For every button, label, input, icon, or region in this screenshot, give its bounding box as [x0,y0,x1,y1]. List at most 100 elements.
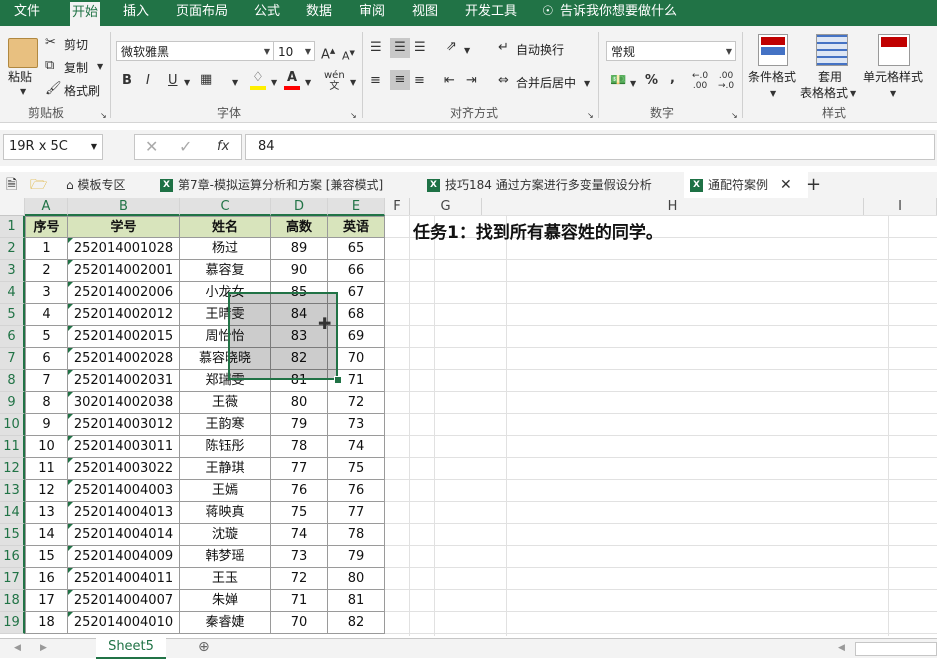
cell-styles-button[interactable]: 单元格样式 [863,68,923,85]
merge-center-button[interactable]: 合并后居中 [516,74,576,91]
chevron-down-icon[interactable]: ▼ [305,75,311,91]
chevron-down-icon[interactable]: ▼ [464,43,470,59]
bold-button[interactable]: B [122,73,132,89]
column-header-d[interactable]: D [271,198,328,216]
hscroll-left-icon[interactable]: ◀ [838,640,845,656]
fill-handle[interactable] [334,376,342,384]
table-cell[interactable]: 79 [328,546,385,568]
row-header-7[interactable]: 7 [0,348,25,370]
row-header-16[interactable]: 16 [0,546,25,568]
table-cell[interactable]: 12 [25,480,68,502]
table-cell[interactable]: 7 [25,370,68,392]
table-cell[interactable]: 5 [25,326,68,348]
format-painter-button[interactable]: 格式刷 [64,82,100,99]
row-header-19[interactable]: 19 [0,612,25,634]
scroll-right-icon[interactable]: ▶ [40,640,47,656]
table-cell[interactable]: 71 [271,590,328,612]
table-cell[interactable]: 78 [271,436,328,458]
table-cell[interactable]: 252014002031 [68,370,180,392]
tab-template-zone[interactable]: ⌂ 模板专区 [66,172,125,198]
table-cell[interactable]: 252014002012 [68,304,180,326]
comma-button[interactable]: , [670,71,675,87]
font-name-select[interactable]: 微软雅黑 ▼ [116,41,274,61]
table-cell[interactable]: 王玉 [180,568,271,590]
decrease-decimal-icon[interactable]: .00 →.0 [718,71,734,91]
chevron-down-icon[interactable]: ▼ [20,84,26,100]
table-cell[interactable]: 蒋映真 [180,502,271,524]
table-cell[interactable]: 252014001028 [68,238,180,260]
border-icon[interactable]: ▦ [200,72,212,88]
row-header-12[interactable]: 12 [0,458,25,480]
chevron-down-icon[interactable]: ▼ [630,76,636,92]
table-cell[interactable]: 252014003022 [68,458,180,480]
align-middle-icon[interactable]: ☰ [390,38,410,58]
table-cell[interactable]: 74 [328,436,385,458]
table-cell[interactable]: 3 [25,282,68,304]
table-cell[interactable]: 4 [25,304,68,326]
folder-icon[interactable]: 🗁 [30,172,47,198]
cell-styles-icon[interactable] [878,34,910,66]
table-cell[interactable]: 10 [25,436,68,458]
paste-icon[interactable] [8,38,38,68]
table-cell[interactable]: 72 [328,392,385,414]
row-header-3[interactable]: 3 [0,260,25,282]
chevron-down-icon[interactable]: ▼ [350,75,356,91]
increase-font-icon[interactable]: A▲ [321,43,335,63]
table-cell[interactable]: 15 [25,546,68,568]
table-cell[interactable]: 18 [25,612,68,634]
table-cell[interactable]: 252014004007 [68,590,180,612]
copy-button[interactable]: 复制 [64,59,88,76]
dialog-launcher-icon[interactable]: ↘ [100,108,107,124]
chevron-down-icon[interactable]: ▼ [184,75,190,91]
name-box[interactable]: 19R x 5C ▼ [3,134,103,160]
table-cell[interactable]: 6 [25,348,68,370]
increase-decimal-icon[interactable]: ←.0.00 [692,71,708,91]
close-icon[interactable]: ✕ [780,172,792,198]
tab-review[interactable]: 审阅 [359,0,385,26]
table-cell[interactable]: 77 [328,502,385,524]
row-header-5[interactable]: 5 [0,304,25,326]
align-center-icon[interactable]: ≡ [390,70,410,90]
table-header-cell[interactable]: 学号 [68,216,180,238]
conditional-format-button[interactable]: 条件格式 [748,68,796,85]
scroll-left-icon[interactable]: ◀ [14,640,21,656]
tab-home[interactable]: 开始 [70,2,101,26]
row-header-11[interactable]: 11 [0,436,25,458]
menu-file[interactable]: 文件 [14,0,40,26]
table-cell[interactable]: 王嫣 [180,480,271,502]
table-cell[interactable]: 252014003012 [68,414,180,436]
table-cell[interactable]: 73 [328,414,385,436]
table-cell[interactable]: 73 [271,546,328,568]
table-header-cell[interactable]: 英语 [328,216,385,238]
table-cell[interactable]: 王薇 [180,392,271,414]
row-header-14[interactable]: 14 [0,502,25,524]
column-header-h[interactable]: H [482,198,864,216]
align-top-icon[interactable]: ☰ [370,40,382,56]
table-format-button-line2[interactable]: 表格格式 [800,84,848,101]
row-header-17[interactable]: 17 [0,568,25,590]
tab-formulas[interactable]: 公式 [254,0,280,26]
chevron-down-icon[interactable]: ▼ [97,59,103,75]
percent-button[interactable]: % [645,73,658,89]
row-header-13[interactable]: 13 [0,480,25,502]
column-header-a[interactable]: A [25,198,68,216]
row-header-8[interactable]: 8 [0,370,25,392]
tab-doc-ch7[interactable]: X 第7章-模拟运算分析和方案 [兼容模式] [160,172,383,198]
table-cell[interactable]: 252014004010 [68,612,180,634]
number-format-select[interactable]: 常规 ▼ [606,41,736,61]
table-cell[interactable]: 76 [271,480,328,502]
table-header-cell[interactable]: 高数 [271,216,328,238]
table-cell[interactable]: 韩梦瑶 [180,546,271,568]
table-header-cell[interactable]: 姓名 [180,216,271,238]
table-cell[interactable]: 14 [25,524,68,546]
table-cell[interactable]: 王韵寒 [180,414,271,436]
dialog-launcher-icon[interactable]: ↘ [587,108,594,124]
row-header-4[interactable]: 4 [0,282,25,304]
new-doc-icon[interactable]: 🗎 [6,172,17,198]
table-cell[interactable]: 76 [328,480,385,502]
table-cell[interactable]: 252014004003 [68,480,180,502]
table-cell[interactable]: 13 [25,502,68,524]
tab-page-layout[interactable]: 页面布局 [176,0,228,26]
table-cell[interactable]: 1 [25,238,68,260]
chevron-down-icon[interactable]: ▼ [232,75,238,91]
